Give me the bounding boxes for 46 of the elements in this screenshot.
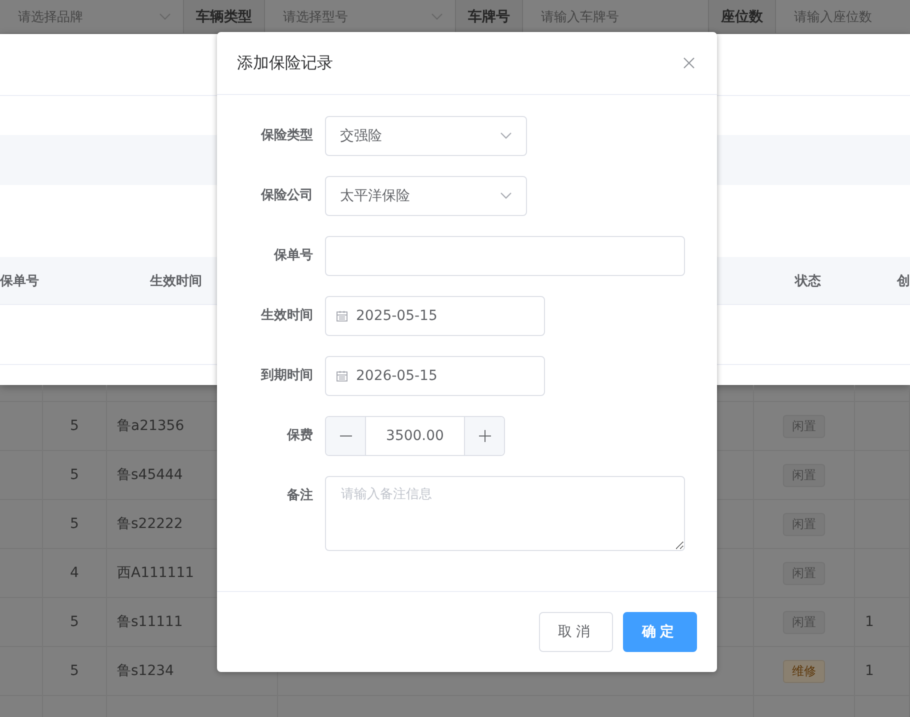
- select-field[interactable]: 交强险: [325, 116, 527, 156]
- field-label: 生效时间: [260, 307, 314, 325]
- table-cell: 4: [70, 565, 79, 581]
- calendar-icon: [336, 370, 348, 382]
- field-label: 保单号: [272, 247, 314, 265]
- table-cell: 5: [70, 663, 79, 679]
- field-label: 保险公司: [260, 187, 314, 205]
- dialog-title: 添加保险记录: [237, 52, 333, 74]
- cancel-button[interactable]: 取消: [539, 612, 613, 652]
- close-icon[interactable]: [681, 55, 697, 71]
- chevron-down-icon: [500, 192, 512, 200]
- table-cell: 鲁s22222: [117, 515, 183, 533]
- minus-icon[interactable]: [326, 417, 366, 455]
- notes-field[interactable]: 请输入备注信息: [325, 476, 685, 551]
- table-cell: 鲁s1234: [117, 662, 174, 680]
- date-field[interactable]: 2025-05-15: [325, 296, 545, 336]
- table-cell: 1: [865, 663, 874, 679]
- input-field[interactable]: [325, 236, 685, 276]
- table-cell: 1: [865, 614, 874, 630]
- filter-label: 座位数: [708, 0, 776, 33]
- column-header: 生效时间: [150, 273, 202, 290]
- date-field[interactable]: 2026-05-15: [325, 356, 545, 396]
- select-field[interactable]: 太平洋保险: [325, 176, 527, 216]
- calendar-icon: [336, 310, 348, 322]
- status-tag: 维修: [783, 660, 825, 682]
- plus-icon[interactable]: [464, 417, 504, 455]
- field-label: 保险类型: [260, 127, 314, 145]
- table-cell: 5: [70, 467, 79, 483]
- table-cell: 鲁s45444: [117, 466, 183, 484]
- number-field[interactable]: 3500.00: [325, 416, 505, 456]
- filter-label: 车牌号: [455, 0, 523, 33]
- field-label: 到期时间: [260, 367, 314, 385]
- column-header: 状态: [795, 273, 821, 290]
- filter-label: 车辆类型: [183, 0, 265, 33]
- chevron-down-icon: [431, 12, 443, 20]
- table-cell: 鲁a21356: [117, 417, 184, 435]
- table-cell: 5: [70, 516, 79, 532]
- chevron-down-icon: [159, 12, 171, 20]
- chevron-down-icon: [500, 132, 512, 140]
- table-cell: 西A111111: [117, 564, 194, 582]
- field-label: 保费: [286, 427, 314, 445]
- table-cell: 5: [70, 418, 79, 434]
- field-label: 备注: [286, 486, 314, 505]
- table-cell: 5: [70, 614, 79, 630]
- table-cell: 鲁s11111: [117, 613, 183, 631]
- column-header: 创: [897, 273, 910, 290]
